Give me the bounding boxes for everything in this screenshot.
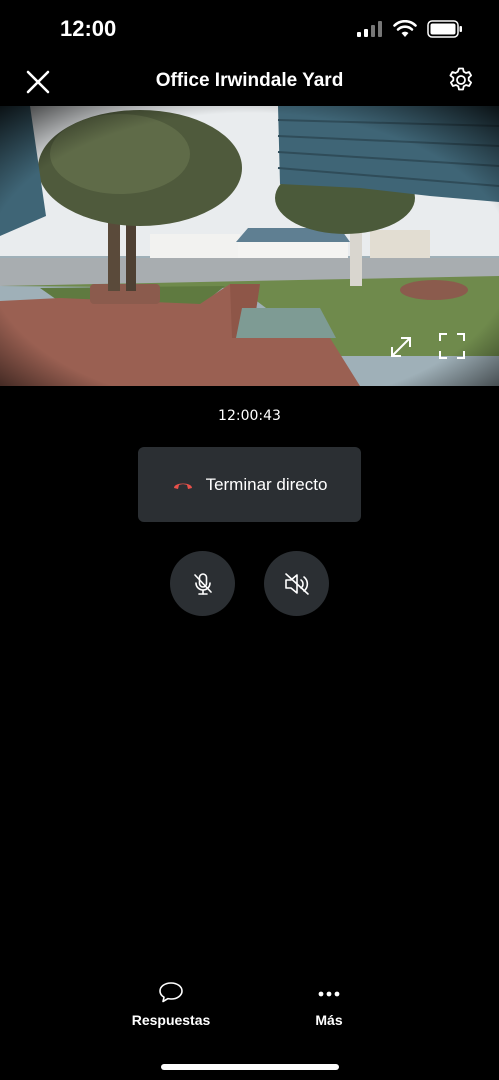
cellular-signal-icon — [357, 21, 382, 37]
live-video-feed[interactable] — [0, 106, 499, 386]
tab-replies[interactable]: Respuestas — [130, 980, 212, 1028]
tab-replies-label: Respuestas — [131, 1012, 211, 1028]
mute-speaker-button[interactable] — [264, 551, 329, 616]
page-title: Office Irwindale Yard — [155, 70, 344, 91]
end-live-button[interactable]: Terminar directo — [138, 447, 361, 522]
camera-scene — [0, 106, 499, 386]
wifi-icon — [393, 20, 417, 37]
chat-bubble-icon — [159, 982, 183, 1003]
hang-up-icon — [173, 483, 192, 489]
gear-icon — [449, 67, 472, 91]
fullscreen-icon — [439, 333, 465, 359]
status-icons — [357, 20, 463, 38]
tab-more-label: Más — [315, 1012, 343, 1028]
end-live-label: Terminar directo — [205, 474, 328, 494]
nav-header: Office Irwindale Yard — [0, 60, 499, 106]
status-time: 12:00 — [60, 16, 117, 41]
tab-more[interactable]: Más — [298, 980, 360, 1028]
microphone-off-icon — [193, 572, 212, 595]
live-timestamp: 12:00:43 — [218, 408, 281, 424]
speaker-off-icon — [284, 572, 309, 595]
battery-icon — [427, 20, 462, 38]
expand-arrows-icon — [391, 337, 411, 357]
more-dots-icon — [318, 991, 340, 997]
home-indicator[interactable] — [161, 1064, 339, 1070]
status-bar: 12:00 — [0, 0, 499, 60]
expand-view-button[interactable] — [386, 332, 416, 362]
settings-button[interactable] — [447, 66, 475, 94]
mute-microphone-button[interactable] — [170, 551, 235, 616]
fullscreen-button[interactable] — [438, 332, 466, 360]
